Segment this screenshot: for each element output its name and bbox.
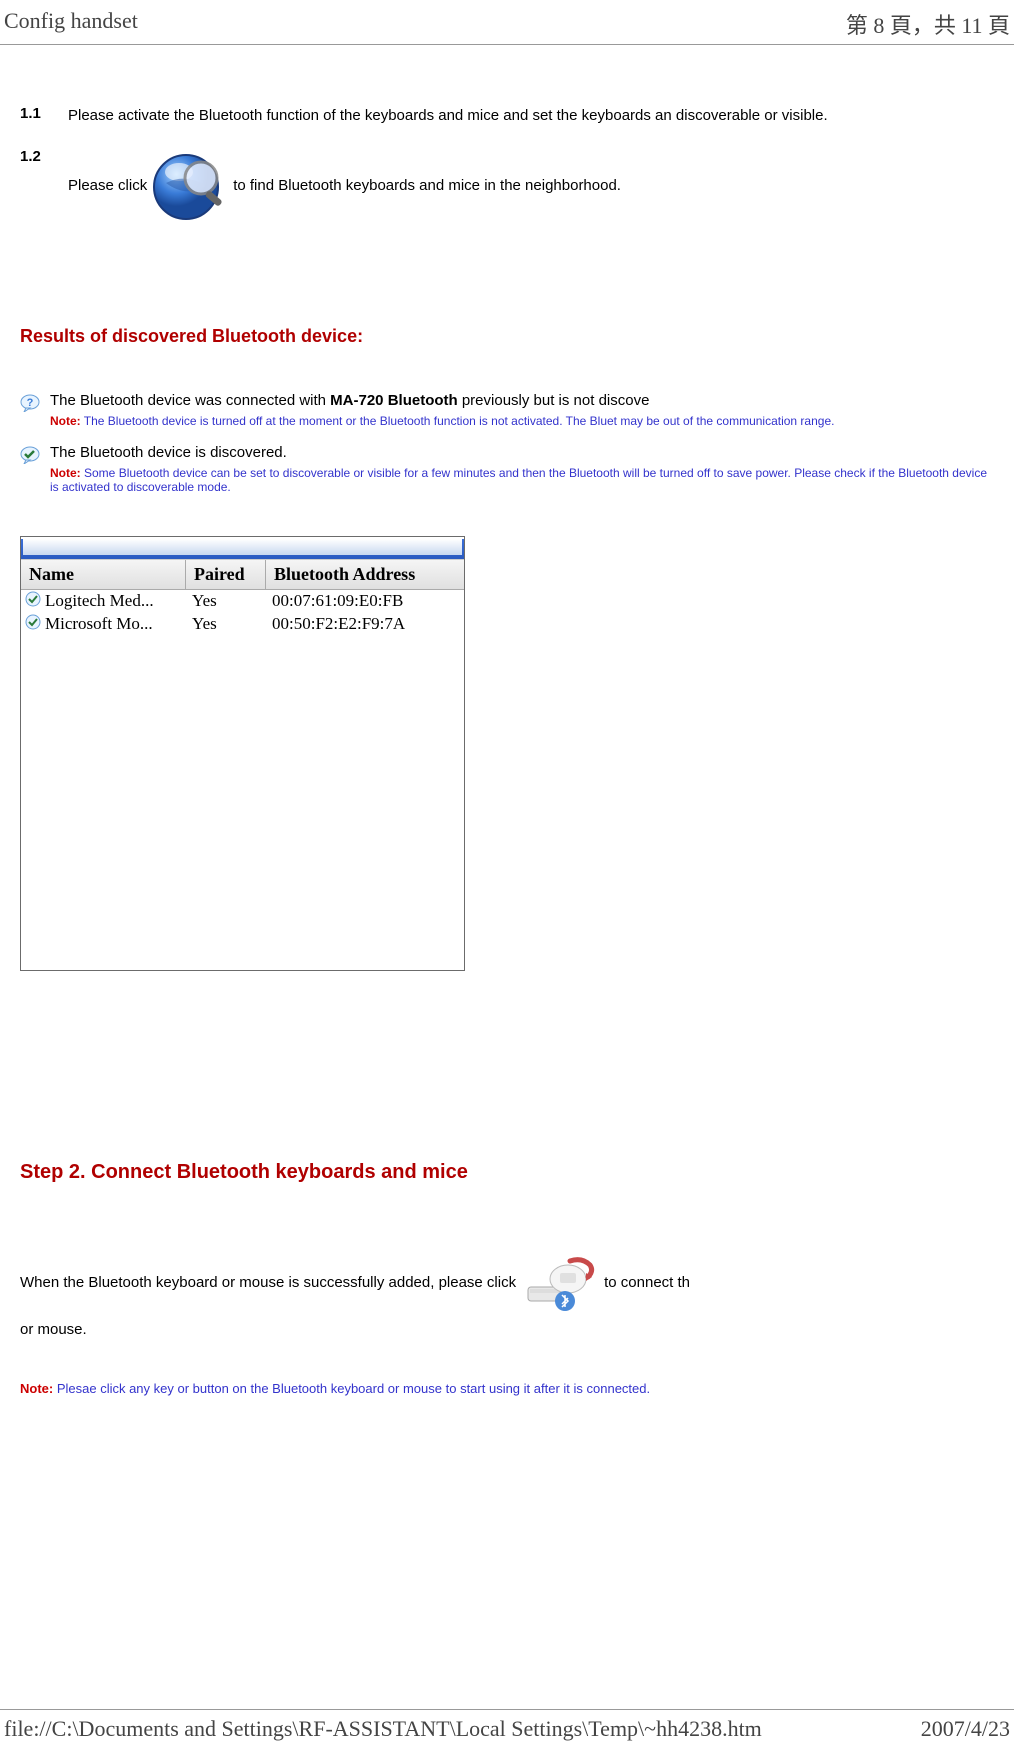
- check-icon: [21, 591, 43, 612]
- result-item-not-discovered: ? The Bluetooth device was connected wit…: [20, 392, 994, 440]
- cell-paired: Yes: [186, 614, 266, 635]
- note-label: Note:: [50, 414, 81, 428]
- col-header-address[interactable]: Bluetooth Address: [266, 560, 464, 589]
- result-body: The Bluetooth device is discovered. Note…: [50, 444, 994, 506]
- header-title: Config handset: [4, 8, 138, 40]
- result-note: Note: Some Bluetooth device can be set t…: [50, 466, 994, 494]
- step-number: 1.2: [20, 148, 68, 226]
- header-page-info: 第 8 頁，共 11 頁: [846, 8, 1010, 40]
- cell-name: Logitech Med...: [43, 591, 186, 612]
- step-1-1: 1.1 Please activate the Bluetooth functi…: [20, 105, 994, 128]
- cell-address: 00:07:61:09:E0:FB: [266, 591, 464, 612]
- note-label: Note:: [20, 1381, 53, 1396]
- result-text: The Bluetooth device is discovered.: [50, 444, 287, 461]
- note-body: Some Bluetooth device can be set to disc…: [50, 466, 987, 494]
- footer-path: file://C:\Documents and Settings\RF-ASSI…: [4, 1716, 762, 1742]
- result-item-discovered: The Bluetooth device is discovered. Note…: [20, 444, 994, 506]
- svg-text:?: ?: [27, 397, 34, 409]
- col-header-name[interactable]: Name: [21, 560, 186, 589]
- footer-date: 2007/4/23: [921, 1716, 1010, 1742]
- question-bubble-icon: ?: [20, 392, 50, 440]
- step2-heading: Step 2. Connect Bluetooth keyboards and …: [20, 1161, 994, 1184]
- col-header-paired[interactable]: Paired: [186, 560, 266, 589]
- check-bubble-icon: [20, 444, 50, 506]
- result-body: The Bluetooth device was connected with …: [50, 392, 994, 440]
- connect-text-line2: or mouse.: [20, 1319, 994, 1342]
- results-heading: Results of discovered Bluetooth device:: [20, 326, 994, 347]
- cell-paired: Yes: [186, 591, 266, 612]
- device-list-window: Name Paired Bluetooth Address Logitech M…: [20, 536, 465, 971]
- step-text-after: to find Bluetooth keyboards and mice in …: [233, 175, 621, 198]
- cell-name: Microsoft Mo...: [43, 614, 186, 635]
- check-icon: [21, 614, 43, 635]
- cell-address: 00:50:F2:E2:F9:7A: [266, 614, 464, 635]
- page-header: Config handset 第 8 頁，共 11 頁: [0, 0, 1014, 45]
- connect-text-before: When the Bluetooth keyboard or mouse is …: [20, 1272, 516, 1295]
- result-text-after: previously but is not discove: [458, 392, 650, 409]
- result-text-before: The Bluetooth device was connected with: [50, 392, 330, 409]
- table-body: Logitech Med... Yes 00:07:61:09:E0:FB Mi…: [21, 590, 464, 970]
- table-row[interactable]: Microsoft Mo... Yes 00:50:F2:E2:F9:7A: [21, 613, 464, 636]
- note-body: Plesae click any key or button on the Bl…: [53, 1381, 650, 1396]
- table-row[interactable]: Logitech Med... Yes 00:07:61:09:E0:FB: [21, 590, 464, 613]
- step-number: 1.1: [20, 105, 68, 128]
- table-header: Name Paired Bluetooth Address: [21, 559, 464, 590]
- step-text: Please click: [68, 148, 621, 226]
- page-footer: file://C:\Documents and Settings\RF-ASSI…: [0, 1709, 1014, 1742]
- window-titlebar: [21, 539, 464, 559]
- bluetooth-connect-icon[interactable]: [520, 1249, 600, 1319]
- result-text-bold: MA-720 Bluetooth: [330, 392, 458, 409]
- main-content: 1.1 Please activate the Bluetooth functi…: [0, 45, 1014, 1416]
- note-label: Note:: [50, 466, 81, 480]
- step-text: Please activate the Bluetooth function o…: [68, 105, 828, 128]
- result-note: Note: The Bluetooth device is turned off…: [50, 414, 994, 428]
- note-body: The Bluetooth device is turned off at th…: [81, 414, 835, 428]
- final-note: Note: Plesae click any key or button on …: [20, 1381, 994, 1396]
- connect-text-after: to connect th: [604, 1272, 690, 1295]
- step-1-2: 1.2 Please click: [20, 148, 994, 226]
- magnifier-globe-icon[interactable]: [151, 148, 229, 226]
- step-text-before: Please click: [68, 175, 147, 198]
- connect-instruction: When the Bluetooth keyboard or mouse is …: [20, 1249, 994, 1342]
